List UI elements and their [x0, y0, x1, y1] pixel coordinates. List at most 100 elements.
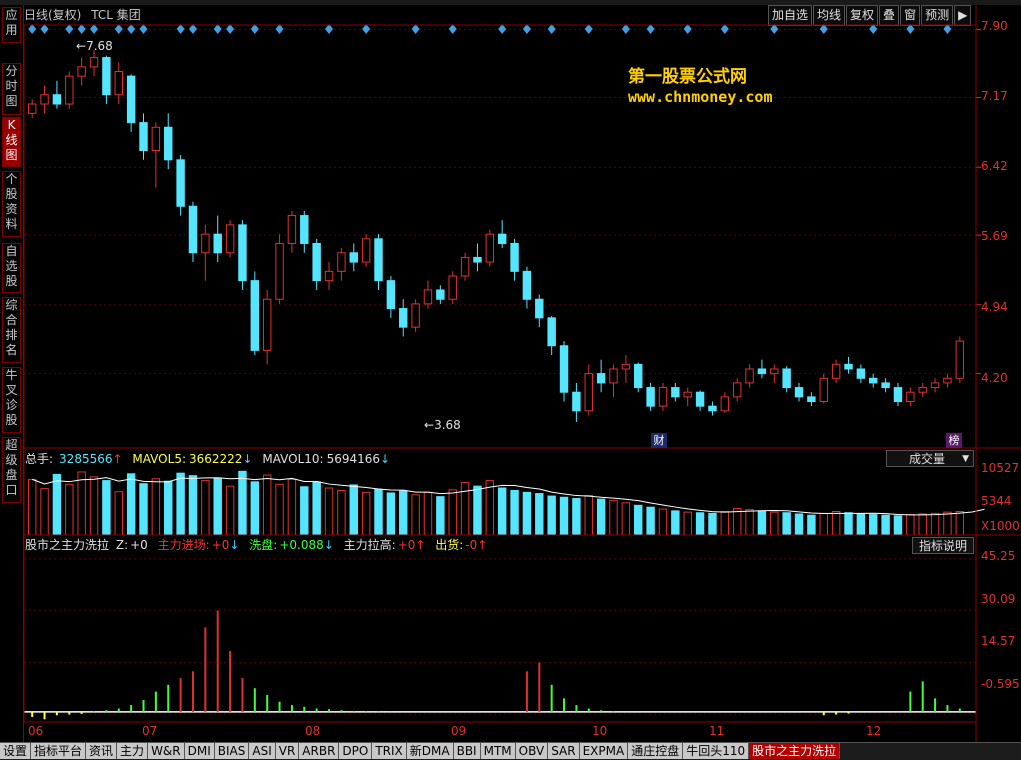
candle-body [720, 396, 730, 412]
volume-bar [918, 513, 927, 536]
volume-bar [275, 483, 284, 536]
candle-body [671, 387, 680, 398]
candle-body [757, 368, 767, 375]
tab-dpo[interactable]: DPO [339, 743, 373, 759]
candle-body [794, 387, 804, 398]
tab-indicator-platform[interactable]: 指标平台 [31, 743, 87, 759]
volume-bar [943, 511, 952, 536]
tab-vr[interactable]: VR [275, 743, 300, 759]
volume-tick: 10527 [981, 461, 1020, 475]
tab-news[interactable]: 资讯 [86, 743, 118, 759]
price-tick: 5.69 [981, 229, 1008, 243]
candle-body [745, 368, 754, 384]
volume-selector[interactable]: 成交量 ▼ [886, 450, 974, 467]
volume-bar [262, 474, 272, 536]
volume-bar [547, 495, 556, 536]
candle-body [683, 391, 692, 398]
tab-mtm[interactable]: MTM [480, 743, 516, 759]
candle-body [225, 224, 235, 254]
volume-bar [386, 492, 396, 536]
candlestick-series [27, 50, 965, 422]
tab-expma[interactable]: EXPMA [579, 743, 629, 759]
tab-wr[interactable]: W&R [148, 743, 185, 759]
tab-asi[interactable]: ASI [249, 743, 276, 759]
total-value: 3285566 [59, 452, 113, 466]
mavol10-value: 5694166 [326, 452, 381, 466]
price-tick: 4.20 [981, 371, 1008, 385]
volume-bar [844, 512, 853, 536]
candle-body [386, 280, 396, 310]
candle-body [918, 387, 927, 393]
volume-bar [102, 480, 111, 536]
candle-body [77, 66, 86, 77]
tab-control[interactable]: 通庄控盘 [628, 743, 684, 759]
volume-bar [658, 508, 668, 536]
candle-body [89, 57, 99, 68]
high-annotation: ←7.68 [76, 39, 113, 53]
watermark-url: www.chnmoney.com [628, 88, 773, 106]
indicator-tick: 30.09 [981, 592, 1016, 606]
volume-bar [782, 512, 791, 536]
arrow-up-icon: ↑ [477, 538, 488, 552]
finance-marker[interactable]: 财 [651, 433, 667, 448]
candle-body [881, 382, 890, 389]
arrow-down-icon: ↓ [323, 538, 334, 552]
indicator-bars [24, 610, 976, 720]
mavol5-label: MAVOL5: [132, 452, 186, 466]
tab-sar[interactable]: SAR [548, 743, 580, 759]
candle-body [114, 70, 123, 96]
candle-body [312, 242, 321, 282]
tab-trix[interactable]: TRIX [372, 743, 407, 759]
volume-bar [238, 470, 247, 536]
ranking-marker[interactable]: 榜 [946, 433, 962, 448]
volume-bar [114, 491, 123, 536]
candle-body [535, 298, 544, 319]
volume-bar [349, 484, 358, 536]
arrow-up-icon: ↑ [415, 538, 426, 552]
volume-bar [312, 481, 321, 536]
candle-body [399, 308, 408, 328]
volume-bars [27, 470, 985, 536]
volume-bar [337, 489, 346, 536]
tab-obv[interactable]: OBV [515, 743, 549, 759]
stock-chart[interactable] [0, 0, 1021, 742]
tab-main-force[interactable]: 主力 [117, 743, 149, 759]
volume-bar [52, 473, 62, 536]
volume-bar [634, 504, 643, 536]
tab-settings[interactable]: 设置 [0, 743, 32, 759]
volume-bar [485, 480, 495, 536]
volume-bar [89, 476, 99, 536]
candle-body [374, 238, 383, 282]
volume-bar [720, 511, 730, 536]
volume-bar [893, 515, 903, 536]
volume-unit: X1000 [981, 519, 1020, 533]
tab-new-dma[interactable]: 新DMA [406, 743, 454, 759]
volume-bar [411, 494, 420, 536]
volume-bar [671, 510, 680, 536]
tab-arbr[interactable]: ARBR [299, 743, 340, 759]
tab-bbi[interactable]: BBI [453, 743, 481, 759]
volume-bar [535, 493, 544, 536]
x-tick: 11 [709, 724, 725, 738]
volume-bar [683, 511, 692, 536]
candle-body [164, 126, 173, 161]
volume-bar [794, 513, 804, 536]
volume-bar [287, 478, 297, 536]
candle-body [634, 363, 643, 389]
tab-dmi[interactable]: DMI [184, 743, 215, 759]
price-tick: 4.94 [981, 300, 1008, 314]
candle-body [596, 373, 606, 384]
out-label: 出货: [435, 538, 464, 552]
volume-bar [831, 511, 841, 536]
volume-bar [522, 491, 532, 536]
tab-bull-return[interactable]: 牛回头110 [683, 743, 750, 759]
candle-body [572, 391, 581, 412]
candle-body [807, 396, 816, 403]
tab-bias[interactable]: BIAS [214, 743, 250, 759]
indicator-help-button[interactable]: 指标说明 [912, 537, 974, 554]
indicator-legend: 股市之主力洗拉 Z: +0 主力进场: +0↓ 洗盘: +0.088↓ 主力拉高: +0… [25, 537, 487, 554]
tab-main-force-wash[interactable]: 股市之主力洗拉 [749, 743, 841, 759]
z-label: Z: [115, 538, 129, 552]
candle-body [522, 270, 532, 300]
volume-bar [732, 507, 742, 536]
